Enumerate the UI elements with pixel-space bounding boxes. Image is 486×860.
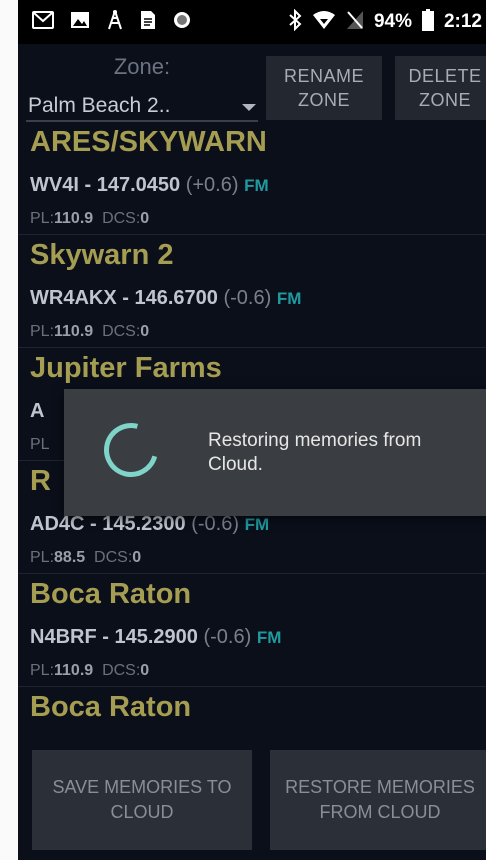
offset: (-0.6) (203, 626, 252, 648)
dcs-label: DCS: (102, 662, 141, 679)
pl-label: PL: (30, 549, 55, 566)
pl-value: 110.9 (54, 323, 94, 340)
dcs-value: 0 (132, 549, 142, 566)
memory-name: Skywarn 2 (30, 239, 174, 271)
memory-name: R (30, 465, 51, 497)
dcs-label: DCS: (102, 210, 141, 227)
separator: - (84, 174, 92, 196)
bottom-bar: SAVE MEMORIES TO CLOUD RESTORE MEMORIES … (18, 740, 486, 860)
callsign: N4BRF (30, 626, 97, 648)
restore-from-cloud-button[interactable]: RESTORE MEMORIES FROM CLOUD (270, 750, 486, 850)
frequency: 145.2900 (114, 626, 198, 648)
tone-details: PL:110.9 DCS:0 (30, 323, 149, 341)
wifi-icon (312, 10, 336, 35)
dropdown-caret-icon (242, 104, 256, 111)
frequency: 147.0450 (96, 174, 181, 196)
dcs-label: DCS: (94, 549, 133, 566)
pl-label: PL: (30, 323, 55, 340)
notification-icons (18, 9, 192, 36)
memory-details: A (30, 400, 44, 423)
bluetooth-icon (288, 8, 302, 36)
list-item[interactable]: Skywarn 2 WR4AKX - 146.6700 (-0.6) FM PL… (18, 235, 486, 348)
callsign: A (30, 400, 45, 422)
delete-zone-button[interactable]: DELETE ZONE (395, 56, 486, 120)
separator: - (90, 513, 97, 535)
zone-selector: Zone: Palm Beach 2.. (26, 48, 258, 122)
memory-details: N4BRF - 145.2900 (-0.6) FM (30, 626, 281, 649)
memory-name: ARES/SKYWARN (30, 126, 267, 158)
no-signal-icon (346, 10, 364, 35)
battery-icon (421, 8, 434, 36)
app-screen: 94% 2:12 Zone: Palm Beach 2.. RENAME ZON… (18, 0, 486, 860)
document-icon (140, 10, 156, 35)
mode: FM (276, 289, 302, 308)
memory-details: WV4I - 147.0450 (+0.6) FM (30, 174, 269, 197)
pl-label: PL: (30, 662, 55, 679)
zone-header: Zone: Palm Beach 2.. RENAME ZONE DELETE … (18, 44, 486, 122)
tone-details: PL:110.9 DCS:0 (30, 210, 149, 228)
zone-value: Palm Beach 2.. (28, 94, 171, 117)
dcs-value: 0 (140, 323, 150, 340)
memory-name: Boca Raton (30, 578, 192, 610)
circle-icon (172, 10, 192, 35)
zone-dropdown[interactable]: Palm Beach 2.. (26, 94, 258, 122)
dcs-value: 0 (140, 662, 150, 679)
image-icon (70, 11, 90, 34)
pl-label: PL: (30, 210, 55, 227)
progress-dialog: Restoring memories from Cloud. (64, 389, 486, 516)
callsign: WV4I (30, 174, 79, 196)
callsign: AD4C (30, 513, 85, 535)
mode: FM (244, 515, 270, 534)
offset: (-0.6) (223, 287, 272, 309)
zone-label: Zone: (113, 54, 171, 79)
offset: (+0.6) (185, 174, 239, 196)
list-item[interactable]: Boca Raton (18, 687, 486, 740)
loading-spinner-icon (94, 413, 168, 487)
pl-value: 110.9 (54, 210, 94, 227)
status-bar: 94% 2:12 (18, 0, 486, 44)
dialog-message: Restoring memories from Cloud. (208, 430, 422, 475)
list-item[interactable]: Boca Raton N4BRF - 145.2900 (-0.6) FM PL… (18, 574, 486, 687)
tone-details: PL:88.5 DCS:0 (30, 549, 141, 567)
pl-value: 88.5 (54, 549, 86, 566)
frequency: 146.6700 (134, 287, 218, 309)
mode: FM (244, 176, 269, 195)
dcs-value: 0 (140, 210, 150, 227)
memory-name: Boca Raton (30, 691, 192, 723)
save-to-cloud-button[interactable]: SAVE MEMORIES TO CLOUD (32, 750, 252, 850)
tower-icon (106, 9, 124, 36)
system-icons: 94% 2:12 (288, 0, 486, 44)
memory-details: AD4C - 145.2300 (-0.6) FM (30, 513, 269, 536)
separator: - (102, 626, 109, 648)
separator: - (122, 287, 129, 309)
pl-label: PL (30, 436, 50, 453)
gmail-icon (32, 10, 54, 34)
callsign: WR4AKX (30, 287, 117, 309)
clock: 2:12 (443, 11, 482, 32)
rename-zone-button[interactable]: RENAME ZONE (266, 56, 382, 120)
mode: FM (256, 628, 282, 647)
frequency: 145.2300 (102, 513, 186, 535)
tone-details: PL (30, 436, 50, 454)
offset: (-0.6) (191, 513, 240, 535)
dcs-label: DCS: (102, 323, 141, 340)
tone-details: PL:110.9 DCS:0 (30, 662, 149, 680)
memory-details: WR4AKX - 146.6700 (-0.6) FM (30, 287, 301, 310)
pl-value: 110.9 (54, 662, 94, 679)
list-item[interactable]: ARES/SKYWARN WV4I - 147.0450 (+0.6) FM P… (18, 122, 486, 235)
memory-name: Jupiter Farms (30, 352, 222, 384)
battery-percent: 94% (373, 11, 412, 32)
